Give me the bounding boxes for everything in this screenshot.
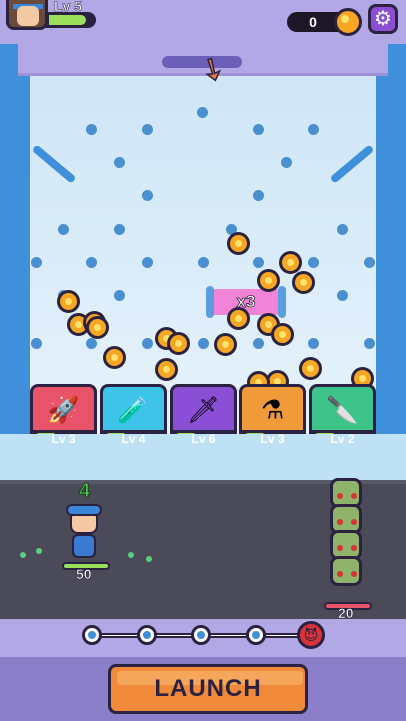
peg <box>253 124 264 135</box>
pachinko-board <box>30 74 376 434</box>
coin-ball <box>227 232 250 255</box>
wave-node <box>246 625 266 645</box>
coin-count: 0 <box>309 14 317 30</box>
peg <box>253 338 264 349</box>
coin-icon <box>334 8 362 36</box>
settings-button[interactable]: ⚙ <box>368 4 398 34</box>
peg <box>114 224 125 235</box>
coin-ball <box>103 346 126 369</box>
peg <box>337 290 348 301</box>
dagger-icon: 🗡 <box>186 394 221 425</box>
coin-ball <box>279 251 302 274</box>
peg <box>114 290 125 301</box>
peg <box>142 338 153 349</box>
peg <box>86 338 97 349</box>
heal-sparkle <box>20 552 26 558</box>
weapon-level: Lv 3 <box>51 432 76 446</box>
xp-bar <box>46 12 96 28</box>
weapon-level: Lv 6 <box>191 432 216 446</box>
peg <box>197 107 208 118</box>
launch-button[interactable]: LAUNCH <box>108 664 308 714</box>
wave-node <box>191 625 211 645</box>
heal-sparkle <box>146 556 152 562</box>
wave-node <box>137 625 157 645</box>
player-avatar[interactable] <box>6 0 48 30</box>
peg <box>337 224 348 235</box>
peg <box>86 124 97 135</box>
peg <box>308 338 319 349</box>
weapon-level: Lv 4 <box>121 432 146 446</box>
coin-ball <box>292 271 315 294</box>
boss-devil-icon: 😈 <box>297 621 325 649</box>
peg <box>198 338 209 349</box>
wave-node <box>82 625 102 645</box>
peg <box>142 257 153 268</box>
coin-ball <box>227 307 250 330</box>
peg <box>142 190 153 201</box>
launch-label: LAUNCH <box>154 675 262 702</box>
potion-icon: 🧪 <box>117 394 150 425</box>
heal-sparkle <box>36 548 42 554</box>
peg <box>281 157 292 168</box>
peg <box>364 257 375 268</box>
coin-ball <box>271 323 294 346</box>
peg <box>253 190 264 201</box>
peg <box>58 224 69 235</box>
damage-popup: 4 <box>78 480 91 503</box>
peg <box>114 157 125 168</box>
weapon-level: Lv 3 <box>260 432 285 446</box>
poison-flask-icon: ⚗ <box>260 394 285 425</box>
peg <box>364 338 375 349</box>
coin-ball <box>57 290 80 313</box>
hero-hp: 50 <box>76 566 92 583</box>
peg <box>308 124 319 135</box>
knife-icon: 🔪 <box>326 394 359 425</box>
peg <box>142 124 153 135</box>
heal-sparkle <box>128 552 134 558</box>
hero-character <box>66 504 102 562</box>
peg <box>31 338 42 349</box>
coin-ball <box>257 269 280 292</box>
peg <box>198 257 209 268</box>
coin-ball <box>214 333 237 356</box>
zombie-enemy <box>330 556 362 586</box>
coin-ball <box>167 332 190 355</box>
coin-ball <box>86 316 109 339</box>
peg <box>31 257 42 268</box>
rocket-icon: 🚀 <box>47 394 80 425</box>
weapon-level: Lv 2 <box>330 432 355 446</box>
coin-ball <box>299 357 322 380</box>
peg <box>86 257 97 268</box>
peg <box>308 257 319 268</box>
player-level: Lv 5 <box>54 0 83 14</box>
gear-icon: ⚙ <box>374 8 392 30</box>
coin-ball <box>155 358 178 381</box>
peg <box>253 257 264 268</box>
